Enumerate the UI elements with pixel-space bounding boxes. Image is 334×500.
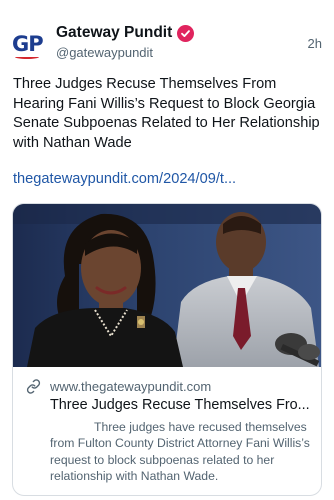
logo-letter-g: G (12, 32, 29, 56)
link-icon (26, 378, 42, 394)
card-domain[interactable]: www.thegatewaypundit.com (50, 379, 211, 394)
link-preview-card[interactable]: www.thegatewaypundit.com Three Judges Re… (12, 203, 322, 496)
avatar[interactable]: GP (12, 22, 46, 66)
card-info: www.thegatewaypundit.com Three Judges Re… (13, 367, 321, 495)
display-name[interactable]: Gateway Pundit (56, 24, 172, 42)
timestamp[interactable]: 2h (308, 36, 322, 51)
card-photo (13, 204, 321, 367)
logo-swoosh (15, 55, 39, 59)
name-row: Gateway Pundit (56, 24, 195, 42)
post-link[interactable]: thegatewaypundit.com/2024/09/t... (13, 171, 236, 187)
post[interactable]: GP Gateway Pundit @gatewaypundit 2h Thre… (0, 0, 334, 500)
logo-letter-p: P (28, 32, 43, 56)
verified-badge-icon (177, 24, 195, 42)
card-title[interactable]: Three Judges Recuse Themselves Fro... (50, 397, 312, 413)
post-header: GP Gateway Pundit @gatewaypundit 2h (12, 22, 322, 66)
card-domain-row: www.thegatewaypundit.com (26, 378, 211, 394)
handle[interactable]: @gatewaypundit (56, 45, 153, 60)
card-description: Three judges have recused themselves fro… (50, 420, 310, 483)
post-text: Three Judges Recuse Themselves From Hear… (13, 76, 320, 151)
gateway-pundit-logo: GP (12, 32, 44, 59)
card-image[interactable] (13, 204, 321, 367)
